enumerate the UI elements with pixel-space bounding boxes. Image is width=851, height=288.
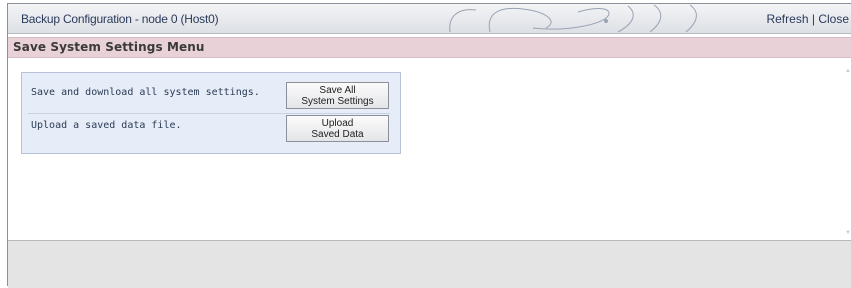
save-settings-description: Save and download all system settings. [31,87,260,98]
backup-configuration-window: Backup Configuration - node 0 (Host0) Re… [7,3,851,288]
close-link[interactable]: Close [818,12,849,26]
decorative-swirl-icon [449,4,697,33]
menu-heading: Save System Settings Menu [13,40,205,54]
button-label-line: System Settings [301,95,374,107]
scroll-up-icon[interactable]: ▲ [845,68,851,74]
window-title: Backup Configuration - node 0 (Host0) [21,12,219,26]
upload-data-description: Upload a saved data file. [31,120,182,131]
save-all-system-settings-button[interactable]: Save All System Settings [286,82,389,109]
menu-heading-bar: Save System Settings Menu [8,37,851,58]
save-settings-row: Save and download all system settings. S… [22,73,400,113]
content-area: Save and download all system settings. S… [8,58,851,240]
scroll-down-icon[interactable]: ▼ [845,230,851,236]
title-bar: Backup Configuration - node 0 (Host0) Re… [8,4,851,34]
button-label-line: Save All [319,84,356,96]
vertical-scrollbar[interactable]: ▲ ▼ [845,58,851,240]
footer-bar [8,240,851,288]
action-separator: | [811,12,815,26]
button-label-line: Saved Data [311,128,364,140]
settings-panel: Save and download all system settings. S… [21,72,401,154]
refresh-link[interactable]: Refresh [766,12,808,26]
title-actions: Refresh | Close [766,12,849,26]
upload-data-row: Upload a saved data file. Upload Saved D… [22,114,400,154]
button-label-line: Upload [321,117,354,129]
upload-saved-data-button[interactable]: Upload Saved Data [286,115,389,142]
